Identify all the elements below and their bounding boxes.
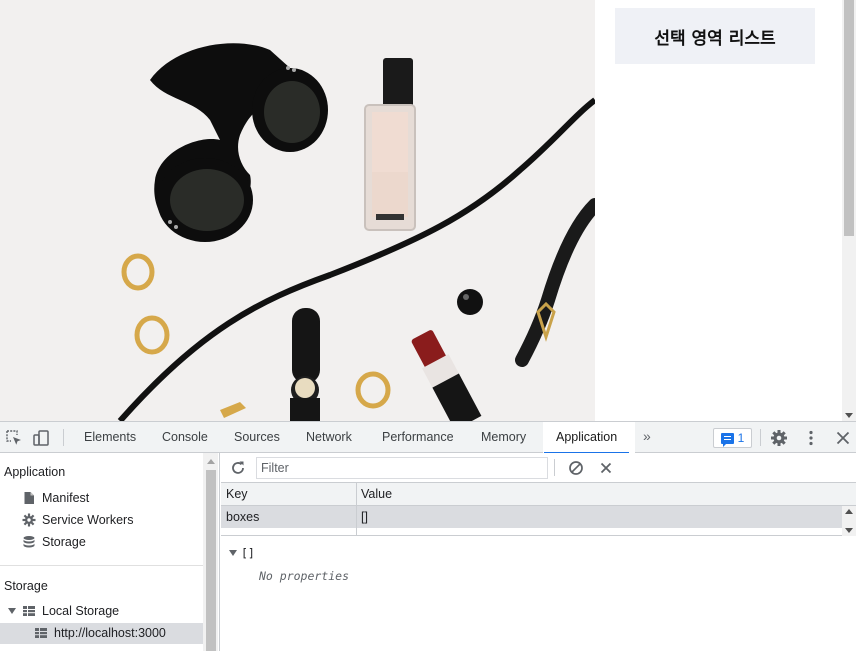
row-value[interactable]: [] xyxy=(356,506,368,528)
devtools-toolbar: Elements Console Sources Network Perform… xyxy=(0,422,856,454)
scroll-up-arrow-icon[interactable] xyxy=(207,459,215,464)
sidebar-item-label: Service Workers xyxy=(42,513,134,527)
scroll-up-arrow-icon[interactable] xyxy=(845,509,853,514)
application-sidebar: Application Manifest Service Workers Sto… xyxy=(0,453,220,651)
tab-memory[interactable]: Memory xyxy=(481,422,526,453)
clear-all-icon[interactable] xyxy=(568,460,584,476)
toolbar-divider xyxy=(554,459,555,476)
refresh-icon[interactable] xyxy=(230,460,246,476)
expand-arrow-icon[interactable] xyxy=(229,550,237,556)
table-grid-icon xyxy=(23,606,35,616)
table-empty-row xyxy=(221,528,856,536)
toolbar-divider xyxy=(760,429,761,446)
screen: 선택 영역 리스트 Elements Console Sources Netwo… xyxy=(0,0,856,651)
table-row[interactable]: boxes [] xyxy=(221,506,856,528)
issues-counter-button[interactable]: 1 xyxy=(713,428,752,448)
preview-root-node[interactable]: [] xyxy=(229,546,255,560)
page-scrollbar-thumb[interactable] xyxy=(844,0,854,236)
settings-gear-icon[interactable] xyxy=(770,429,788,447)
scroll-down-arrow-icon[interactable] xyxy=(845,413,853,418)
database-icon xyxy=(23,536,35,548)
expand-arrow-icon[interactable] xyxy=(8,608,16,614)
filter-input[interactable] xyxy=(256,457,548,479)
sidebar-item-service-workers[interactable]: Service Workers xyxy=(22,510,133,530)
sidebar-heading-storage: Storage xyxy=(4,579,48,593)
message-icon xyxy=(720,432,734,447)
column-header-key[interactable]: Key xyxy=(221,483,248,505)
table-header-row: Key Value xyxy=(221,483,856,506)
column-header-value[interactable]: Value xyxy=(356,483,392,505)
filter-toolbar xyxy=(221,453,856,483)
page-scrollbar[interactable] xyxy=(842,0,856,421)
tab-elements[interactable]: Elements xyxy=(84,422,136,453)
sidebar-item-localhost-origin[interactable]: http://localhost:3000 xyxy=(34,623,166,643)
tab-performance[interactable]: Performance xyxy=(382,422,454,453)
table-grid-icon xyxy=(35,628,47,638)
preview-root-value: [] xyxy=(241,546,255,560)
value-preview-pane: [] No properties xyxy=(221,538,856,651)
tab-sources[interactable]: Sources xyxy=(234,422,280,453)
sidebar-item-manifest[interactable]: Manifest xyxy=(22,488,89,508)
selection-list-header: 선택 영역 리스트 xyxy=(615,8,815,64)
tab-network[interactable]: Network xyxy=(306,422,352,453)
inspect-element-icon[interactable] xyxy=(5,429,23,447)
delete-selected-icon[interactable] xyxy=(598,460,614,476)
storage-table: Key Value boxes [] xyxy=(221,483,856,536)
storage-main-panel: Key Value boxes [] xyxy=(221,453,856,651)
device-toolbar-icon[interactable] xyxy=(32,429,50,447)
sidebar-item-local-storage[interactable]: Local Storage xyxy=(8,601,119,621)
sidebar-scrollbar-thumb[interactable] xyxy=(206,470,216,651)
more-tabs-chevron-icon[interactable]: » xyxy=(643,428,651,444)
issues-count: 1 xyxy=(737,431,745,445)
column-divider xyxy=(356,528,357,535)
sidebar-item-label: Manifest xyxy=(42,491,90,505)
tab-console[interactable]: Console xyxy=(162,422,208,453)
table-scrollbar[interactable] xyxy=(842,506,856,536)
sidebar-item-label: http://localhost:3000 xyxy=(54,626,166,640)
sidebar-item-storage[interactable]: Storage xyxy=(22,532,86,552)
toolbar-divider xyxy=(63,429,64,446)
sidebar-heading-application: Application xyxy=(4,465,66,479)
devtools-panel: Elements Console Sources Network Perform… xyxy=(0,421,856,651)
selection-list-title: 선택 영역 리스트 xyxy=(654,28,776,49)
sidebar-divider xyxy=(0,565,203,566)
sidebar-item-label: Storage xyxy=(42,535,86,549)
close-devtools-icon[interactable] xyxy=(834,429,852,447)
page-viewport: 선택 영역 리스트 xyxy=(0,0,856,421)
sidebar-scrollbar[interactable] xyxy=(203,453,218,651)
file-icon xyxy=(24,492,34,504)
tab-application[interactable]: Application xyxy=(543,422,630,454)
sidebar-item-label: Local Storage xyxy=(42,604,120,618)
scroll-down-arrow-icon[interactable] xyxy=(845,528,853,533)
row-key[interactable]: boxes xyxy=(221,506,259,528)
more-options-icon[interactable] xyxy=(802,429,820,447)
product-photo xyxy=(0,0,595,421)
product-photo-image xyxy=(0,0,595,421)
gear-icon xyxy=(22,513,36,527)
no-properties-text: No properties xyxy=(259,569,350,583)
